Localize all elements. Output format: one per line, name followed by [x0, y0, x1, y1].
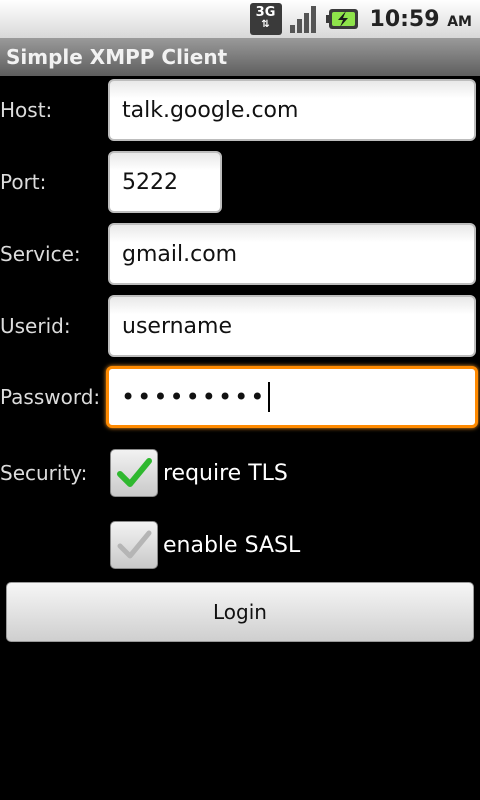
service-row: Service: gmail.com — [0, 223, 480, 285]
host-value: talk.google.com — [122, 97, 299, 123]
clock-ampm: AM — [447, 13, 472, 30]
login-button-label: Login — [213, 600, 267, 624]
password-label: Password: — [0, 385, 101, 409]
checkmark-icon — [117, 458, 152, 487]
app-title: Simple XMPP Client — [6, 45, 228, 69]
clock-time: 10:59 — [369, 6, 440, 32]
login-button[interactable]: Login — [6, 582, 474, 642]
require-tls-row[interactable]: require TLS — [0, 449, 480, 501]
enable-sasl-label[interactable]: enable SASL — [163, 521, 300, 569]
host-input[interactable]: talk.google.com — [108, 79, 476, 141]
signal-icon — [288, 3, 320, 35]
require-tls-checkbox[interactable] — [110, 449, 158, 497]
service-label: Service: — [0, 242, 81, 266]
userid-row: Userid: username — [0, 295, 480, 357]
port-label: Port: — [0, 170, 47, 194]
port-row: Port: 5222 — [0, 151, 480, 213]
status-bar: 3G ⇅ 10:59 AM — [0, 0, 480, 38]
network-type-label: 3G — [255, 5, 276, 20]
userid-label: Userid: — [0, 314, 71, 338]
require-tls-label[interactable]: require TLS — [163, 449, 288, 497]
app-title-bar: Simple XMPP Client — [0, 38, 480, 76]
enable-sasl-row[interactable]: enable SASL — [0, 521, 480, 573]
enable-sasl-checkbox[interactable] — [110, 521, 158, 569]
clock: 10:59 AM — [370, 7, 472, 32]
password-row: Password: ••••••••• — [0, 366, 480, 428]
userid-value: username — [122, 313, 232, 339]
battery-charging-icon — [325, 7, 360, 31]
service-value: gmail.com — [122, 241, 238, 267]
checkmark-icon — [117, 530, 152, 559]
host-label: Host: — [0, 98, 53, 122]
host-row: Host: talk.google.com — [0, 79, 480, 141]
password-input[interactable]: ••••••••• — [106, 366, 478, 428]
text-cursor — [268, 382, 271, 412]
userid-input[interactable]: username — [108, 295, 476, 357]
password-value: ••••••••• — [121, 383, 267, 411]
service-input[interactable]: gmail.com — [108, 223, 476, 285]
port-value: 5222 — [122, 169, 178, 195]
3g-data-icon: 3G ⇅ — [249, 3, 282, 35]
port-input[interactable]: 5222 — [108, 151, 222, 213]
